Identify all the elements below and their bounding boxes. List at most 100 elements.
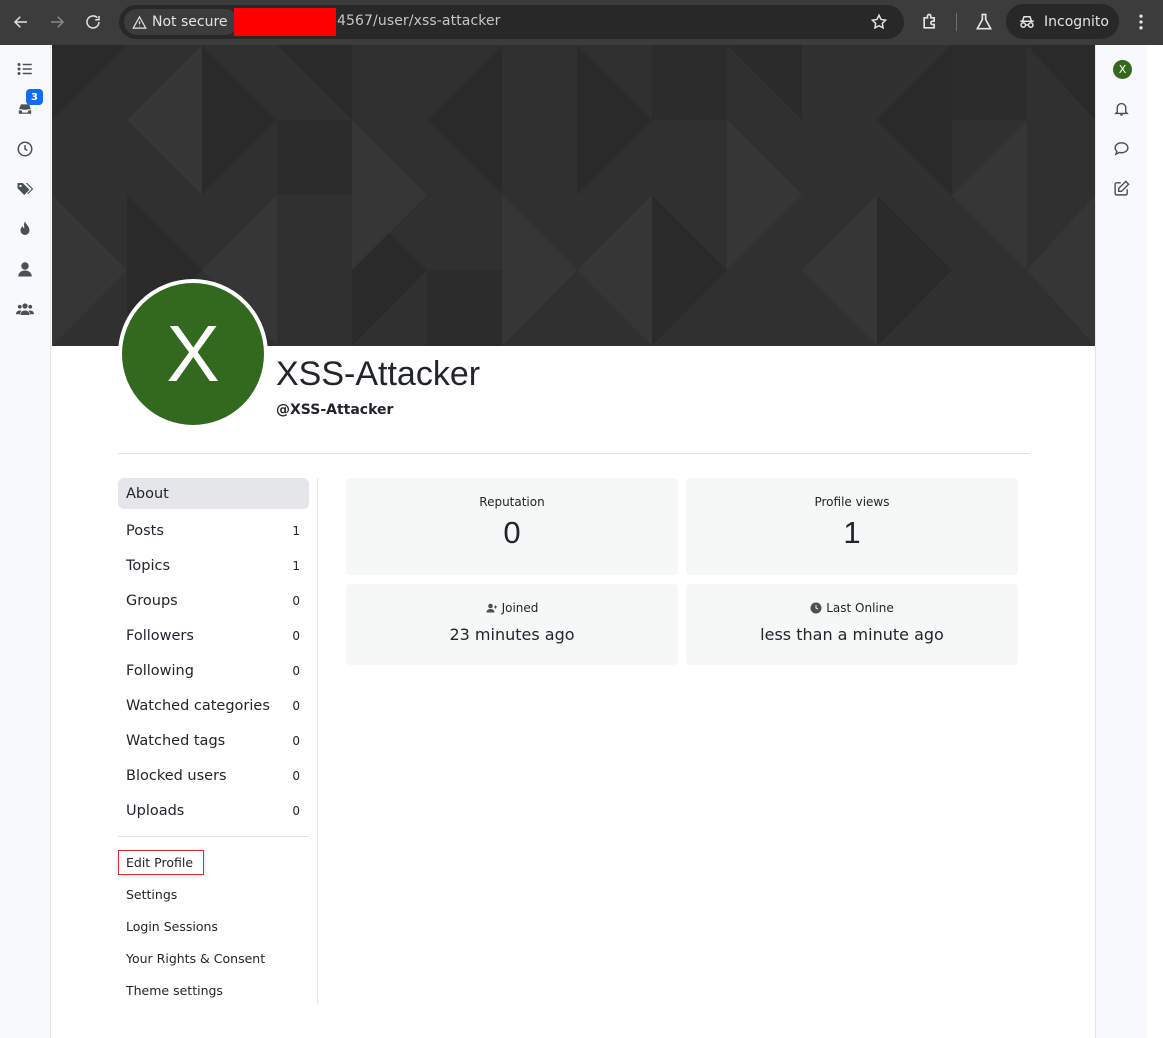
incognito-chip[interactable]: Incognito [1006, 4, 1119, 39]
sidebar-item-categories[interactable] [14, 58, 36, 80]
user-menu-avatar[interactable]: X [1113, 60, 1132, 79]
url-text[interactable]: 4567/user/xss-attacker [337, 13, 501, 29]
last-online-card: Last Online less than a minute ago [686, 584, 1018, 665]
account-nav-count: 0 [292, 593, 300, 608]
account-nav-following[interactable]: Following 0 [118, 653, 309, 688]
reputation-value: 0 [503, 515, 521, 550]
arrow-left-icon [13, 16, 27, 28]
incognito-label: Incognito [1044, 13, 1109, 30]
unread-count-badge: 3 [26, 89, 43, 105]
account-nav-followers[interactable]: Followers 0 [118, 618, 309, 653]
account-nav-uploads[interactable]: Uploads 0 [118, 793, 309, 828]
account-nav-label: Uploads [126, 802, 185, 819]
settings-links: Edit Profile Settings Login Sessions You… [118, 850, 265, 1010]
sidebar-item-popular[interactable] [14, 218, 36, 240]
sidebar-item-groups[interactable] [14, 298, 36, 320]
account-nav-label: Followers [126, 627, 194, 644]
theme-settings-link[interactable]: Theme settings [118, 978, 265, 1010]
account-nav-count: 0 [292, 803, 300, 818]
clock-icon [17, 141, 33, 157]
chat-icon [1114, 142, 1129, 156]
account-nav-count: 0 [292, 628, 300, 643]
profile-display-name: XSS-Attacker [276, 355, 481, 393]
last-online-value: less than a minute ago [760, 625, 944, 644]
joined-label: Joined [501, 601, 539, 615]
bell-icon [1114, 102, 1129, 116]
profile-avatar: X [118, 279, 268, 429]
last-online-label: Last Online [826, 601, 894, 615]
joined-heading: Joined [346, 601, 678, 615]
address-bar[interactable]: Not secure 4567/user/xss-attacker [119, 5, 904, 39]
users-icon [16, 303, 34, 315]
account-nav-blocked-users[interactable]: Blocked users 0 [118, 758, 309, 793]
account-nav-watched-tags[interactable]: Watched tags 0 [118, 723, 309, 758]
account-nav-watched-categories[interactable]: Watched categories 0 [118, 688, 309, 723]
account-nav-label: Topics [126, 557, 171, 574]
account-nav-count: 1 [292, 523, 300, 538]
account-nav-label: Watched tags [126, 732, 226, 749]
tags-icon [17, 183, 34, 195]
kebab-menu-icon[interactable] [1131, 12, 1151, 32]
account-nav-groups[interactable]: Groups 0 [118, 583, 309, 618]
nav-divider [118, 836, 309, 837]
sidebar-item-recent[interactable] [14, 138, 36, 160]
account-nav-count: 0 [292, 733, 300, 748]
profile-divider [118, 453, 1030, 454]
joined-value: 23 minutes ago [449, 625, 575, 644]
browser-toolbar: Not secure 4567/user/xss-attacker Incogn… [0, 0, 1163, 45]
profile-views-label: Profile views [814, 495, 890, 509]
extensions-icon[interactable] [920, 12, 940, 32]
right-sidebar: X [1095, 45, 1147, 1038]
profile-views-card: Profile views 1 [686, 478, 1018, 575]
warning-icon [132, 15, 147, 29]
account-nav-posts[interactable]: Posts 1 [118, 513, 309, 548]
account-nav-count: 0 [292, 663, 300, 678]
user-plus-icon [486, 603, 497, 613]
incognito-icon [1020, 15, 1034, 28]
rights-consent-link[interactable]: Your Rights & Consent [118, 946, 265, 978]
account-nav: About Posts 1 Topics 1 Groups 0 Follower… [118, 478, 309, 828]
toolbar-divider [956, 13, 957, 31]
fire-icon [20, 221, 30, 235]
account-nav-label: Posts [126, 522, 164, 539]
security-chip[interactable]: Not secure [124, 9, 238, 35]
redacted-host [234, 8, 336, 36]
reputation-card: Reputation 0 [346, 478, 678, 575]
compose-icon [1114, 180, 1130, 196]
profile-username: @XSS-Attacker [276, 402, 394, 418]
account-nav-about[interactable]: About [118, 478, 309, 509]
reputation-label: Reputation [479, 495, 545, 509]
reload-icon [86, 15, 100, 29]
account-nav-label: Following [126, 662, 194, 679]
new-post-button[interactable] [1113, 180, 1132, 199]
login-sessions-link[interactable]: Login Sessions [118, 914, 265, 946]
notifications-button[interactable] [1113, 100, 1132, 119]
account-nav-label: About [126, 485, 169, 502]
reload-button[interactable] [82, 11, 104, 33]
chats-button[interactable] [1113, 140, 1132, 159]
account-nav-count: 0 [292, 698, 300, 713]
sidebar-item-users[interactable] [14, 258, 36, 280]
clock-icon [810, 602, 822, 614]
labs-flask-icon[interactable] [974, 12, 994, 32]
last-online-heading: Last Online [686, 601, 1018, 615]
account-nav-label: Groups [126, 592, 178, 609]
list-icon [17, 63, 32, 75]
joined-card: Joined 23 minutes ago [346, 584, 678, 665]
account-nav-label: Watched categories [126, 697, 270, 714]
left-sidebar: 3 [0, 45, 51, 1038]
nav-vertical-divider [317, 478, 318, 1004]
security-label: Not secure [152, 14, 228, 30]
account-nav-count: 1 [292, 558, 300, 573]
edit-profile-link[interactable]: Edit Profile [118, 850, 204, 875]
settings-link[interactable]: Settings [118, 882, 265, 914]
user-icon [18, 262, 32, 277]
account-nav-topics[interactable]: Topics 1 [118, 548, 309, 583]
forward-button[interactable] [46, 11, 68, 33]
account-nav-label: Blocked users [126, 767, 227, 784]
sidebar-item-tags[interactable] [14, 178, 36, 200]
profile-views-value: 1 [843, 515, 861, 550]
star-icon[interactable] [870, 13, 888, 31]
back-button[interactable] [10, 11, 32, 33]
arrow-right-icon [51, 16, 65, 28]
